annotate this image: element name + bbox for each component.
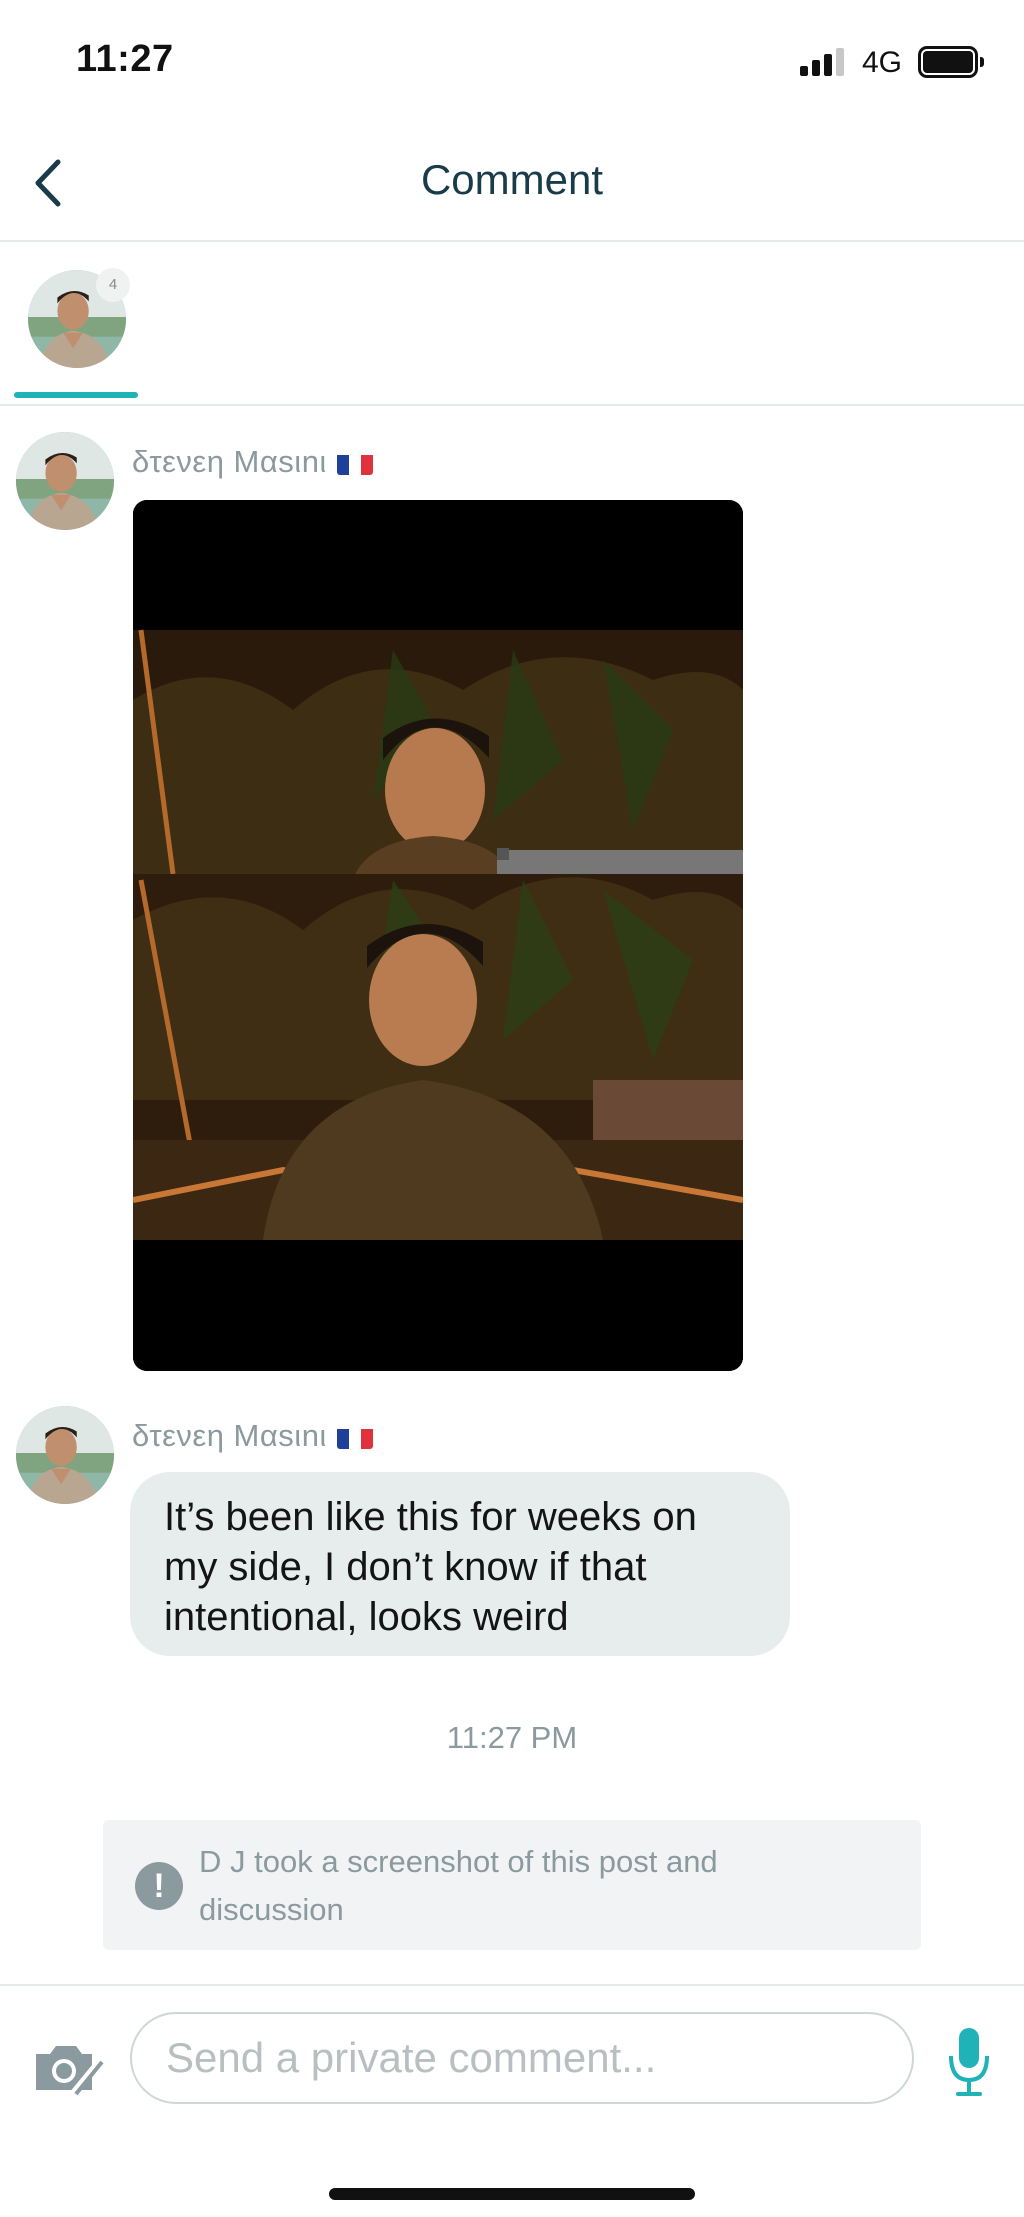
media-image [133,500,743,1371]
france-flag-icon [336,451,373,475]
shared-media[interactable] [133,500,743,1371]
microphone-button[interactable] [944,2024,994,2100]
status-time: 11:27 [76,38,174,80]
exclamation-icon: ! [135,1862,183,1910]
participants-strip: 4 [0,242,1024,406]
camera-button[interactable] [32,2038,104,2098]
battery-icon [918,46,984,78]
signal-icon [800,46,850,76]
participant-tab[interactable]: 4 [14,262,138,398]
sender-name-text: δτενεη Mαsιnι [132,444,327,479]
screenshot-notice: ! D J took a screenshot of this post and… [103,1820,921,1950]
comment-composer [0,1984,1024,2217]
notice-text: D J took a screenshot of this post and d… [199,1844,718,1927]
sender-name-text: δτενεη Mαsιnι [132,1418,327,1453]
active-tab-indicator [14,392,138,398]
message-timestamp: 11:27 PM [446,1720,578,1755]
sender-avatar[interactable] [16,432,114,530]
home-indicator[interactable] [329,2188,695,2200]
message-text: It’s been like this for weeks on my side… [164,1495,697,1639]
count-badge: 4 [96,268,130,302]
message-bubble[interactable]: It’s been like this for weeks on my side… [130,1472,790,1656]
microphone-icon [949,2028,989,2096]
sender-avatar[interactable] [16,1406,114,1504]
status-bar: 11:27 4G [0,0,1024,120]
france-flag-icon [336,1425,373,1449]
comment-input[interactable] [130,2012,914,2104]
header: Comment [0,120,1024,242]
sender-name: δτενεη Mαsιnι [132,444,373,480]
camera-icon [36,2046,104,2096]
page-title: Comment [420,156,604,203]
sender-name: δτενεη Mαsιnι [132,1418,373,1454]
network-type: 4G [862,46,903,79]
